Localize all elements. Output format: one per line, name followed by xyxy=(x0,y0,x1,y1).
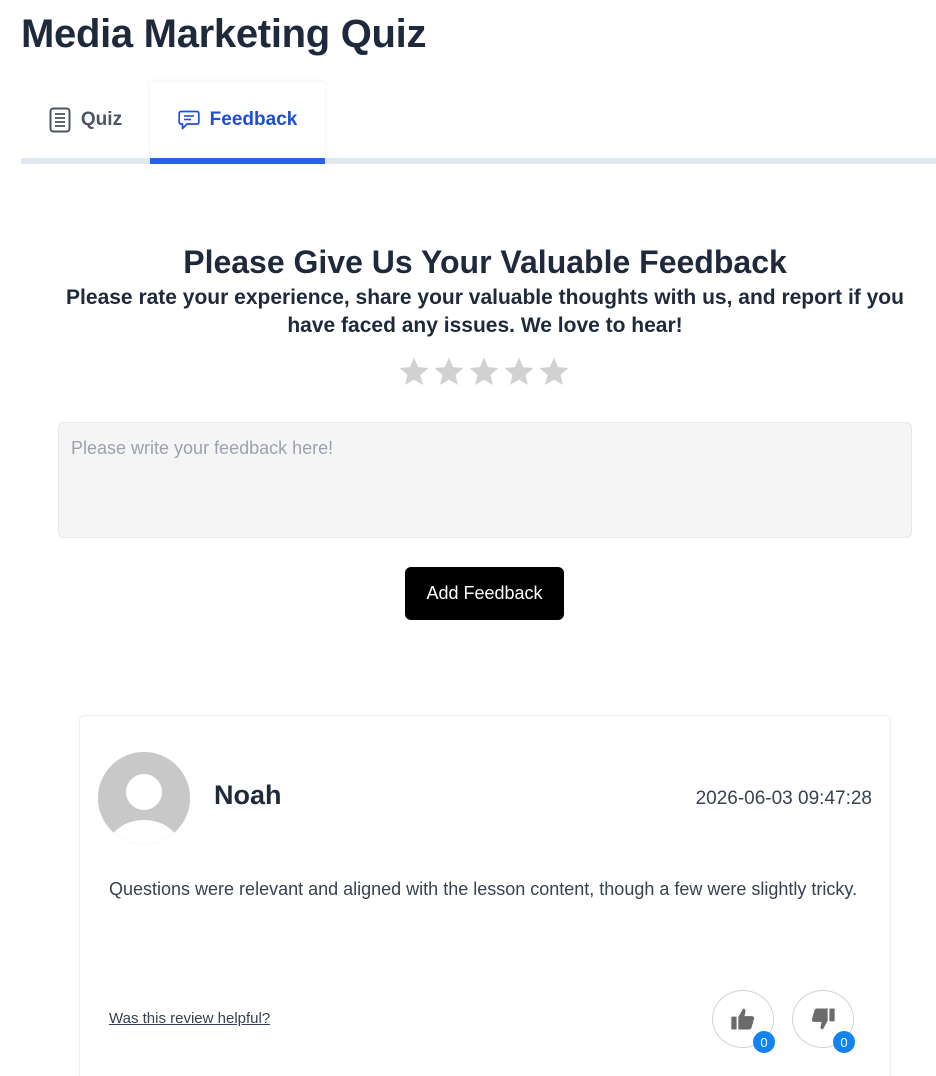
review-card: Noah 2026-06-03 09:47:28 Questions were … xyxy=(79,715,891,1076)
feedback-textarea[interactable] xyxy=(58,422,912,538)
thumbs-down-button[interactable]: 0 xyxy=(792,990,855,1053)
chat-bubble-icon xyxy=(178,109,200,131)
page-title: Media Marketing Quiz xyxy=(21,12,427,56)
star-rating xyxy=(397,355,571,389)
add-feedback-button[interactable]: Add Feedback xyxy=(405,567,564,620)
avatar xyxy=(98,752,190,844)
feedback-subheading: Please rate your experience, share your … xyxy=(66,286,904,337)
thumbs-up-button[interactable]: 0 xyxy=(712,990,775,1053)
star-icon[interactable] xyxy=(397,355,431,389)
thumbs-up-icon xyxy=(729,1005,757,1033)
feedback-page: Media Marketing Quiz Quiz Feedback Pleas… xyxy=(0,0,936,1076)
document-icon xyxy=(49,107,71,133)
tab-feedback[interactable]: Feedback xyxy=(150,82,325,158)
active-tab-indicator xyxy=(150,158,325,164)
star-icon[interactable] xyxy=(467,355,501,389)
star-icon[interactable] xyxy=(537,355,571,389)
tab-quiz[interactable]: Quiz xyxy=(21,82,150,158)
review-date: 2026-06-03 09:47:28 xyxy=(695,788,872,809)
reviewer-name: Noah xyxy=(214,780,282,810)
tab-quiz-label: Quiz xyxy=(80,109,123,130)
review-text: Questions were relevant and aligned with… xyxy=(109,879,858,899)
star-icon[interactable] xyxy=(432,355,466,389)
like-count-badge: 0 xyxy=(753,1031,775,1053)
tab-feedback-label: Feedback xyxy=(209,109,298,130)
tab-bar: Quiz Feedback xyxy=(21,82,936,164)
thumbs-down-icon xyxy=(809,1005,837,1033)
dislike-count-badge: 0 xyxy=(833,1031,855,1053)
feedback-heading: Please Give Us Your Valuable Feedback xyxy=(183,244,787,280)
star-icon[interactable] xyxy=(502,355,536,389)
helpful-prompt-link[interactable]: Was this review helpful? xyxy=(109,1010,270,1027)
